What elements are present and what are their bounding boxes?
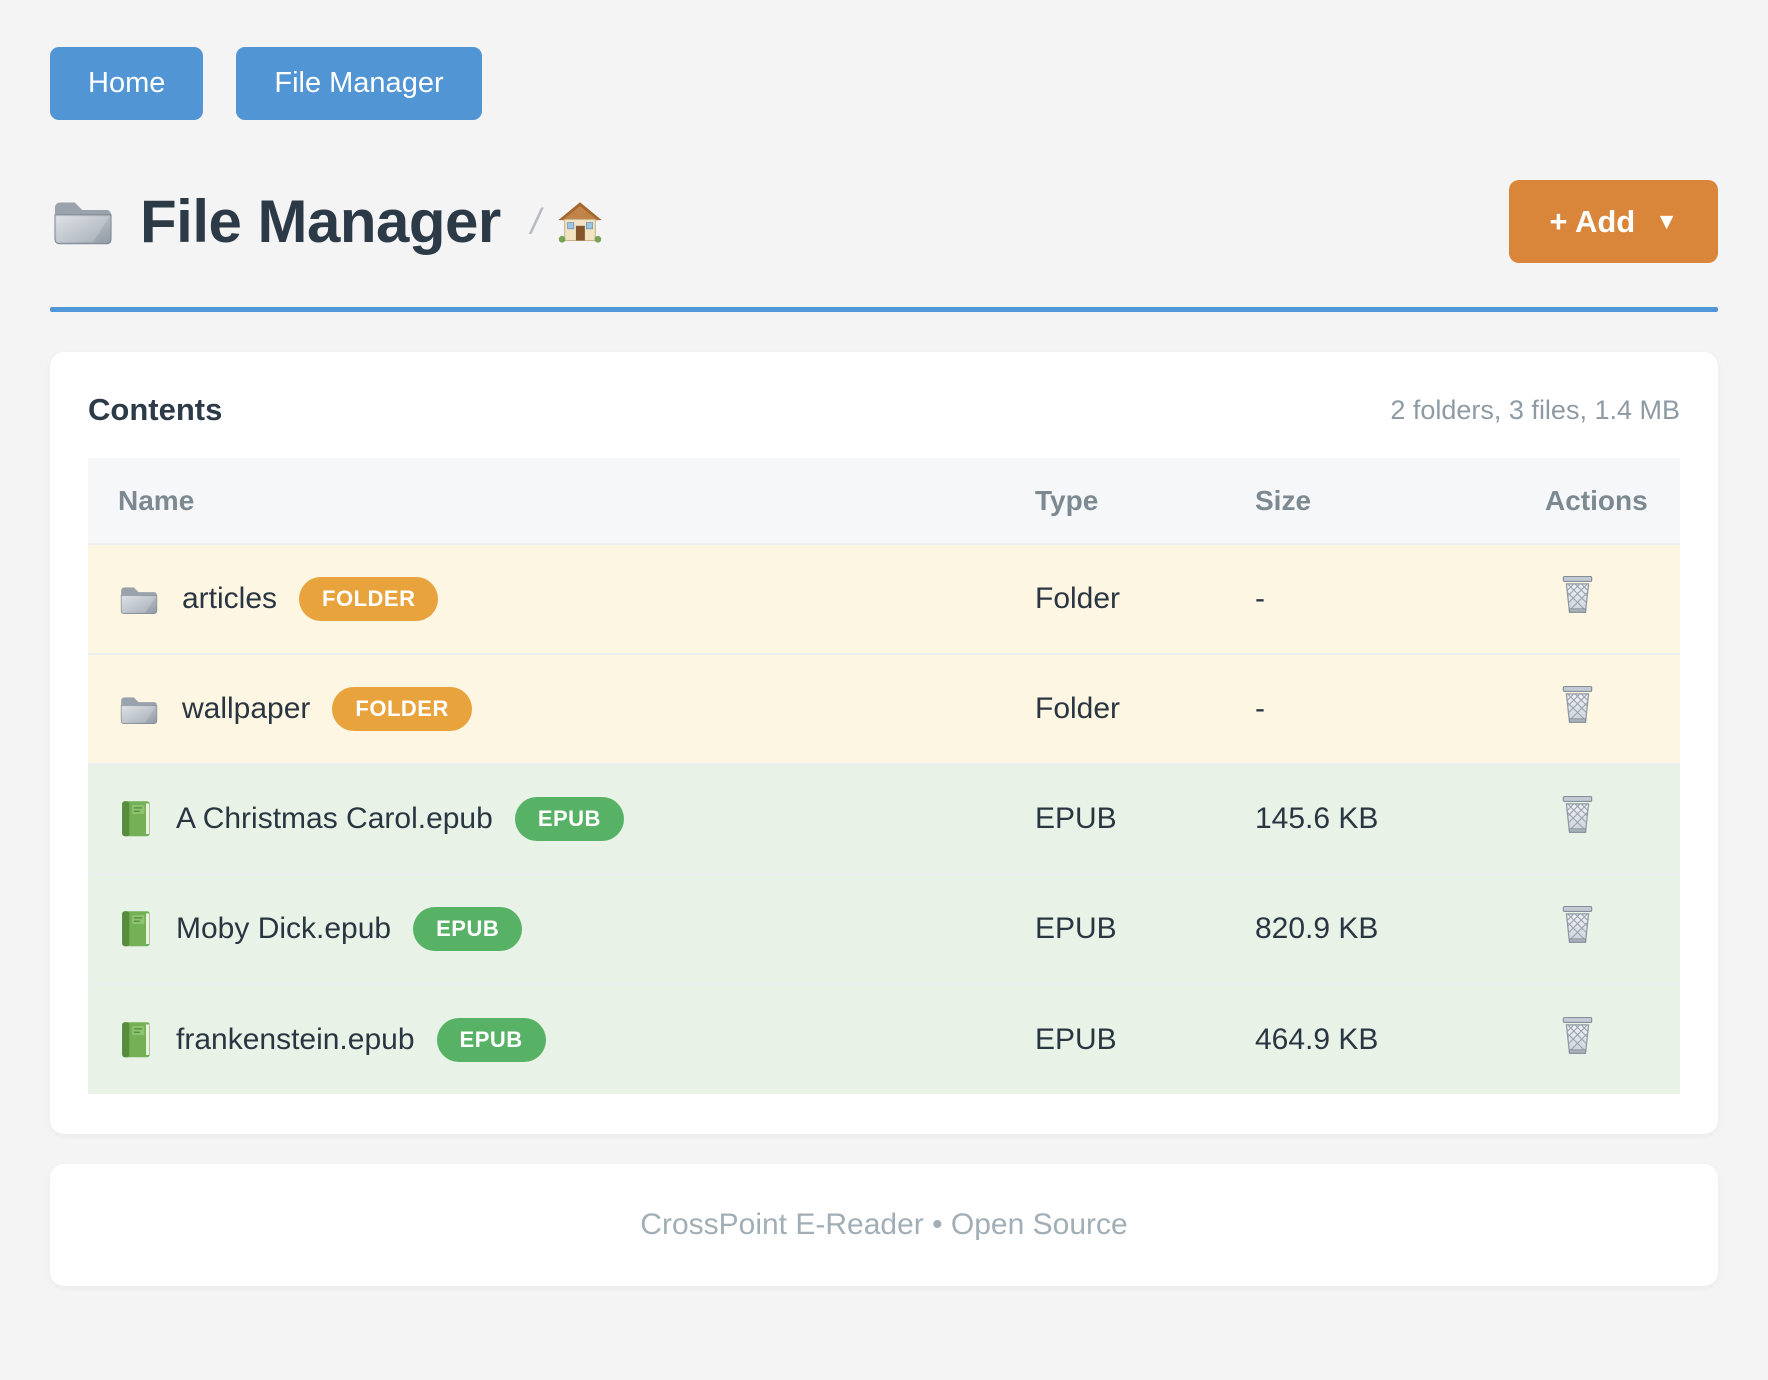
breadcrumb: / xyxy=(531,201,541,243)
trash-icon xyxy=(1559,904,1596,946)
nav-button-file-manager[interactable]: File Manager xyxy=(236,47,481,120)
folder-icon xyxy=(118,691,160,728)
size-cell: 464.9 KB xyxy=(1225,984,1515,1094)
table-row[interactable]: wallpaper FOLDER Folder - xyxy=(88,654,1680,764)
title-divider xyxy=(50,307,1718,312)
trash-icon xyxy=(1559,574,1596,616)
book-icon xyxy=(118,799,154,839)
folder-icon xyxy=(50,193,116,250)
table-row[interactable]: A Christmas Carol.epub EPUB EPUB 145.6 K… xyxy=(88,764,1680,874)
size-cell: - xyxy=(1225,654,1515,764)
column-header-type: Type xyxy=(1005,458,1225,544)
trash-icon xyxy=(1559,1015,1596,1057)
page-title: File Manager xyxy=(140,187,501,256)
book-icon xyxy=(118,909,154,949)
book-icon xyxy=(118,1020,154,1060)
contents-summary: 2 folders, 3 files, 1.4 MB xyxy=(1390,395,1680,426)
file-name[interactable]: Moby Dick.epub xyxy=(176,912,391,946)
add-button[interactable]: + Add ▼ xyxy=(1509,180,1718,263)
home-icon[interactable] xyxy=(557,199,603,245)
page-header: File Manager / + Add ▼ xyxy=(50,180,1718,263)
file-table: Name Type Size Actions articles FOLDER F… xyxy=(88,458,1680,1094)
delete-button[interactable] xyxy=(1559,574,1596,616)
column-header-name: Name xyxy=(88,458,1005,544)
type-badge: FOLDER xyxy=(332,687,471,731)
type-cell: Folder xyxy=(1005,654,1225,764)
column-header-actions: Actions xyxy=(1515,458,1680,544)
top-navigation: Home File Manager xyxy=(0,0,1768,120)
add-button-label: + Add xyxy=(1549,204,1635,240)
type-badge: EPUB xyxy=(413,907,522,951)
file-name[interactable]: frankenstein.epub xyxy=(176,1023,415,1057)
footer: CrossPoint E-Reader • Open Source xyxy=(50,1164,1718,1286)
type-cell: EPUB xyxy=(1005,874,1225,984)
file-name[interactable]: wallpaper xyxy=(182,692,310,726)
table-row[interactable]: Moby Dick.epub EPUB EPUB 820.9 KB xyxy=(88,874,1680,984)
type-cell: EPUB xyxy=(1005,764,1225,874)
nav-button-home[interactable]: Home xyxy=(50,47,203,120)
folder-icon xyxy=(118,581,160,618)
delete-button[interactable] xyxy=(1559,904,1596,946)
type-cell: EPUB xyxy=(1005,984,1225,1094)
table-row[interactable]: articles FOLDER Folder - xyxy=(88,544,1680,654)
footer-text: CrossPoint E-Reader • Open Source xyxy=(640,1208,1127,1242)
trash-icon xyxy=(1559,684,1596,726)
delete-button[interactable] xyxy=(1559,794,1596,836)
type-cell: Folder xyxy=(1005,544,1225,654)
trash-icon xyxy=(1559,794,1596,836)
type-badge: FOLDER xyxy=(299,577,438,621)
table-body: articles FOLDER Folder - wallpaper FOLDE… xyxy=(88,544,1680,1094)
contents-title: Contents xyxy=(88,392,222,428)
caret-down-icon: ▼ xyxy=(1655,210,1678,233)
size-cell: 820.9 KB xyxy=(1225,874,1515,984)
file-table-header: Name Type Size Actions xyxy=(88,458,1680,544)
type-badge: EPUB xyxy=(437,1018,546,1062)
contents-card: Contents 2 folders, 3 files, 1.4 MB Name… xyxy=(50,352,1718,1134)
table-row[interactable]: frankenstein.epub EPUB EPUB 464.9 KB xyxy=(88,984,1680,1094)
size-cell: - xyxy=(1225,544,1515,654)
file-manager-page: Home File Manager File Manager / + Add ▼… xyxy=(0,0,1768,1380)
delete-button[interactable] xyxy=(1559,684,1596,726)
delete-button[interactable] xyxy=(1559,1015,1596,1057)
size-cell: 145.6 KB xyxy=(1225,764,1515,874)
file-name[interactable]: articles xyxy=(182,582,277,616)
column-header-size: Size xyxy=(1225,458,1515,544)
type-badge: EPUB xyxy=(515,797,624,841)
contents-card-header: Contents 2 folders, 3 files, 1.4 MB xyxy=(88,392,1680,428)
file-name[interactable]: A Christmas Carol.epub xyxy=(176,802,493,836)
